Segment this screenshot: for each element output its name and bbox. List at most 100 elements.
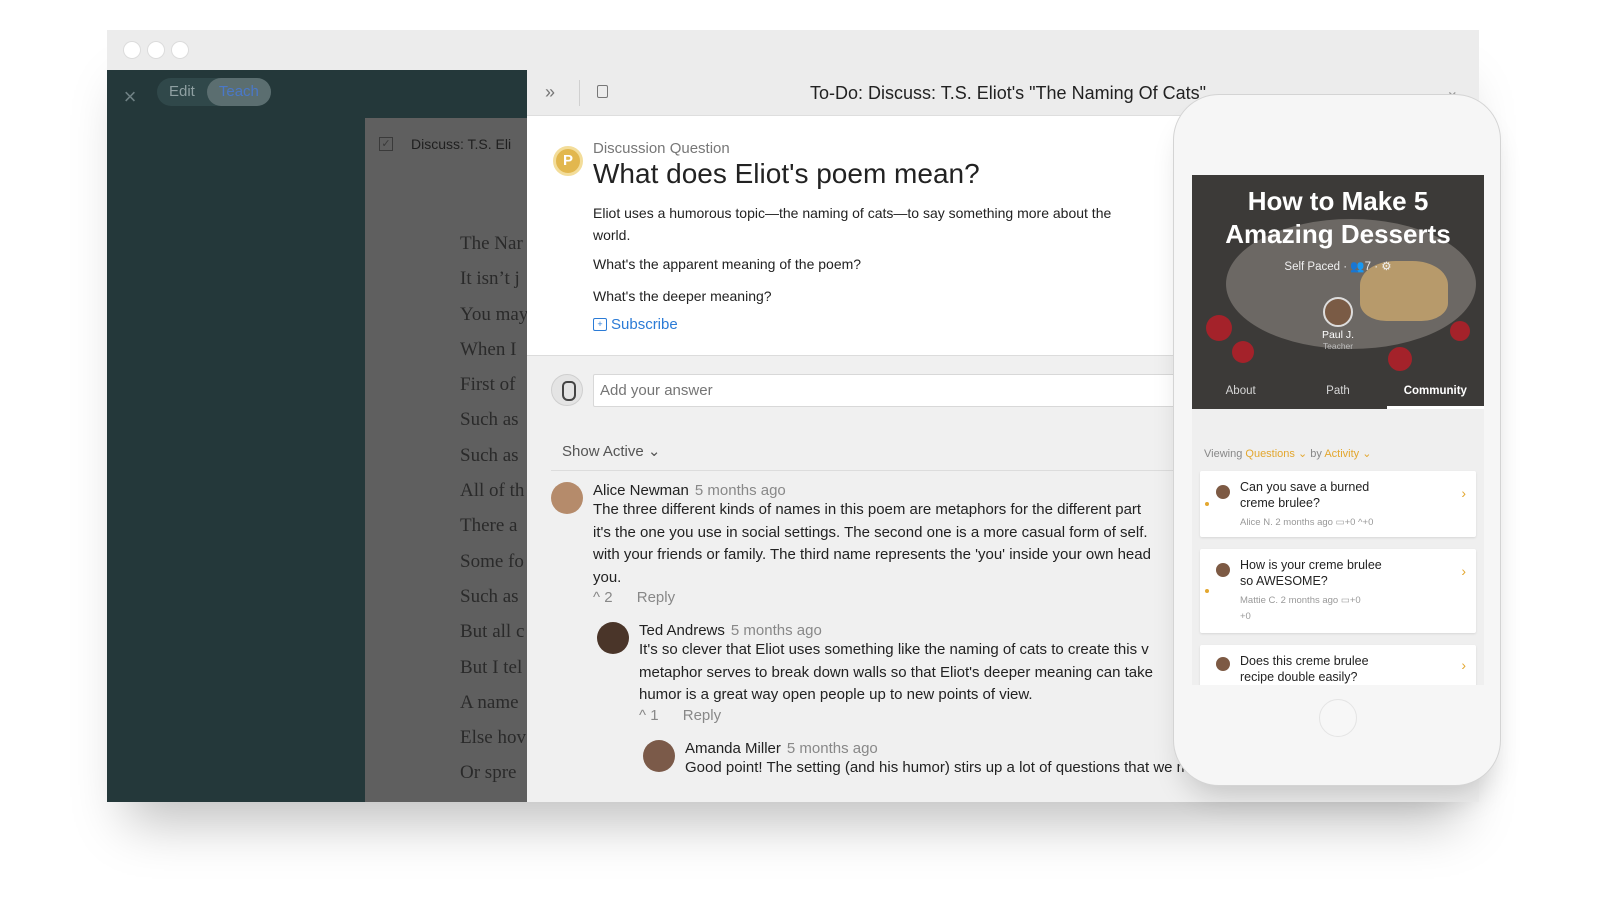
list-divider xyxy=(551,470,1251,471)
question-card[interactable]: Can you save a burned creme brulee? Alic… xyxy=(1200,471,1476,537)
filter-label: Show Active xyxy=(562,443,644,460)
question-kicker: Discussion Question xyxy=(593,140,730,157)
comment-time: 5 months ago xyxy=(786,740,878,757)
poem-line: Such as xyxy=(460,409,519,431)
toolbar-divider xyxy=(579,80,580,106)
comment-line: humor is a great way open people up to n… xyxy=(639,686,1033,703)
comment-header: Alice Newman 5 months ago xyxy=(593,482,1151,499)
sort-value: Activity xyxy=(1324,448,1360,460)
close-icon[interactable]: × xyxy=(121,86,139,108)
question-card-author-time: Alice N. 2 months ago xyxy=(1240,517,1333,528)
comment-author[interactable]: Ted Andrews xyxy=(639,622,725,639)
poem-line: All of th xyxy=(460,480,525,502)
avatar xyxy=(1216,563,1230,577)
type-dropdown[interactable]: Questions ⌄ xyxy=(1245,448,1307,460)
course-title-line: How to Make 5 xyxy=(1247,186,1429,216)
teacher-name: Paul J. xyxy=(1321,329,1355,341)
zoom-window-button[interactable] xyxy=(172,42,188,58)
teacher-role: Teacher xyxy=(1322,341,1354,351)
member-count: 7 xyxy=(1364,261,1372,273)
avatar xyxy=(643,740,675,772)
course-meta: Self Paced · 👥7 · ⚙ xyxy=(1192,259,1484,273)
comment-count: +0 xyxy=(1349,595,1361,606)
question-card-title: How is your creme brulee so AWESOME? xyxy=(1240,557,1382,589)
question-prompt-1: What's the apparent meaning of the poem? xyxy=(593,256,862,272)
home-button[interactable] xyxy=(1319,699,1357,737)
viewing-filter: Viewing Questions ⌄ by Activity ⌄ xyxy=(1204,447,1371,460)
comment-time: 5 months ago xyxy=(694,482,786,499)
comment-author[interactable]: Amanda Miller xyxy=(685,740,781,757)
sort-dropdown[interactable]: Activity ⌄ xyxy=(1324,448,1371,460)
chevron-down-icon: ⌄ xyxy=(647,443,661,460)
poem-line: A name xyxy=(460,691,519,713)
poem-line: But I tel xyxy=(460,656,523,678)
avatar xyxy=(551,482,583,514)
by-label: by xyxy=(1310,448,1322,460)
avatar xyxy=(1216,485,1230,499)
checkbox-icon[interactable]: ✓ xyxy=(379,137,393,151)
vote-count: 1 xyxy=(650,706,659,724)
reply-button[interactable]: Reply xyxy=(683,707,721,724)
chevron-right-icon: › xyxy=(1461,485,1466,501)
edit-mode-button[interactable]: Edit xyxy=(157,78,207,106)
question-card[interactable]: Does this creme brulee recipe double eas… xyxy=(1200,645,1476,685)
title-bar xyxy=(107,30,1479,70)
comment-actions: ^ 2 Reply xyxy=(593,589,1151,606)
question-badge-icon: P xyxy=(553,146,583,176)
answer-input[interactable] xyxy=(593,374,1213,407)
type-value: Questions xyxy=(1245,448,1295,460)
document-icon[interactable] xyxy=(597,85,608,98)
question-card-title-line: creme brulee? xyxy=(1240,496,1320,510)
avatar xyxy=(597,622,629,654)
poem-text: The Nar It isn’t j You may When I First of Su… xyxy=(460,226,527,791)
question-card-meta: Alice N. 2 months ago ▭+0 ^+0 xyxy=(1240,517,1373,528)
tab-community[interactable]: Community xyxy=(1386,381,1484,409)
pace-label: Self Paced xyxy=(1284,261,1341,273)
comment-header: Ted Andrews 5 months ago xyxy=(639,622,1153,639)
gear-icon[interactable]: ⚙ xyxy=(1381,261,1391,273)
poem-line: The Nar xyxy=(460,233,523,254)
poem-line: There a xyxy=(460,515,518,537)
question-card-meta: Mattie C. 2 months ago ▭+0 xyxy=(1240,595,1361,606)
course-title: How to Make 5 Amazing Desserts xyxy=(1192,185,1484,251)
avatar[interactable] xyxy=(1323,297,1353,327)
question-card-title: Does this creme brulee recipe double eas… xyxy=(1240,653,1369,685)
teach-mode-button[interactable]: Teach xyxy=(206,78,271,106)
question-card[interactable]: How is your creme brulee so AWESOME? Mat… xyxy=(1200,549,1476,633)
tab-path[interactable]: Path xyxy=(1289,381,1386,409)
comment-actions: ^ 1 Reply xyxy=(639,707,1153,724)
poem-line: Such as xyxy=(460,444,519,466)
question-card-title-line: Does this creme brulee xyxy=(1240,654,1369,668)
minimize-window-button[interactable] xyxy=(148,42,164,58)
comment-author[interactable]: Alice Newman xyxy=(593,482,689,499)
show-active-filter[interactable]: Show Active ⌄ xyxy=(562,442,660,460)
reply-button[interactable]: Reply xyxy=(637,589,675,606)
poem-line: Some fo xyxy=(460,550,524,572)
comment-line: metaphor serves to break down walls so t… xyxy=(639,663,1153,681)
left-panel: × Edit Teach ✓ Discuss: T.S. Eli The Nar… xyxy=(107,70,527,802)
chevron-right-icon: › xyxy=(1461,563,1466,579)
comment-time: 5 months ago xyxy=(730,622,822,639)
phone-mockup: How to Make 5 Amazing Desserts Self Pace… xyxy=(1173,94,1501,786)
course-tabs: About Path Community xyxy=(1192,381,1484,409)
unread-dot xyxy=(1205,502,1209,506)
tab-about[interactable]: About xyxy=(1192,381,1289,409)
question-title: What does Eliot's poem mean? xyxy=(593,158,980,189)
vote-count: +0 xyxy=(1240,611,1251,622)
comment-line: it's the one you use in social settings.… xyxy=(593,523,1148,541)
avatar xyxy=(1216,657,1230,671)
upvote-button[interactable]: ^ 2 xyxy=(593,589,623,606)
avatar xyxy=(551,374,583,406)
comment-icon: ▭ xyxy=(1340,595,1350,606)
poem-line: When I xyxy=(460,338,517,360)
subscribe-button[interactable]: + Subscribe xyxy=(593,316,678,333)
course-title-line: Amazing Desserts xyxy=(1225,219,1451,249)
course-hero: How to Make 5 Amazing Desserts Self Pace… xyxy=(1192,175,1484,409)
phone-screen: How to Make 5 Amazing Desserts Self Pace… xyxy=(1192,175,1484,685)
double-chevron-right-icon[interactable]: » xyxy=(545,82,555,103)
card-header: ✓ Discuss: T.S. Eli xyxy=(379,136,511,152)
poem-line: Else hov xyxy=(460,727,526,749)
subscribe-label: Subscribe xyxy=(611,316,678,333)
upvote-button[interactable]: ^ 1 xyxy=(639,707,669,724)
close-window-button[interactable] xyxy=(124,42,140,58)
